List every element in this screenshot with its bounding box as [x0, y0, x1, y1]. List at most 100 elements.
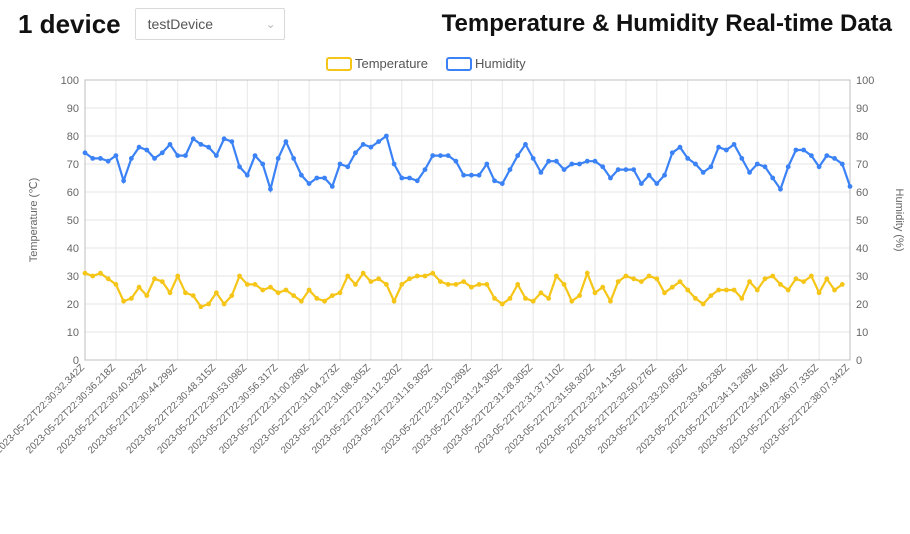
humidity-point[interactable] — [276, 156, 281, 161]
humidity-point[interactable] — [284, 139, 289, 144]
humidity-point[interactable] — [794, 148, 799, 153]
humidity-point[interactable] — [531, 156, 536, 161]
temperature-point[interactable] — [454, 282, 459, 287]
temperature-point[interactable] — [423, 274, 428, 279]
temperature-point[interactable] — [152, 276, 157, 281]
humidity-point[interactable] — [832, 156, 837, 161]
humidity-point[interactable] — [137, 145, 142, 150]
temperature-point[interactable] — [600, 285, 605, 290]
temperature-point[interactable] — [662, 290, 667, 295]
temperature-point[interactable] — [531, 299, 536, 304]
humidity-point[interactable] — [129, 156, 134, 161]
humidity-point[interactable] — [229, 139, 234, 144]
temperature-point[interactable] — [121, 299, 126, 304]
humidity-point[interactable] — [639, 181, 644, 186]
humidity-point[interactable] — [469, 173, 474, 178]
legend-temp-label[interactable]: Temperature — [355, 56, 428, 71]
humidity-point[interactable] — [415, 178, 420, 183]
humidity-point[interactable] — [322, 176, 327, 181]
humidity-point[interactable] — [90, 156, 95, 161]
temperature-point[interactable] — [245, 282, 250, 287]
temperature-point[interactable] — [446, 282, 451, 287]
humidity-point[interactable] — [732, 142, 737, 147]
humidity-point[interactable] — [778, 187, 783, 192]
humidity-point[interactable] — [569, 162, 574, 167]
humidity-point[interactable] — [454, 159, 459, 164]
temperature-point[interactable] — [98, 271, 103, 276]
humidity-point[interactable] — [631, 167, 636, 172]
humidity-point[interactable] — [345, 164, 350, 169]
humidity-point[interactable] — [106, 159, 111, 164]
humidity-point[interactable] — [670, 150, 675, 155]
temperature-point[interactable] — [801, 279, 806, 284]
temperature-point[interactable] — [554, 274, 559, 279]
humidity-point[interactable] — [801, 148, 806, 153]
humidity-point[interactable] — [392, 162, 397, 167]
temperature-point[interactable] — [492, 296, 497, 301]
humidity-point[interactable] — [678, 145, 683, 150]
temperature-point[interactable] — [716, 288, 721, 293]
temperature-point[interactable] — [739, 296, 744, 301]
humidity-point[interactable] — [399, 176, 404, 181]
humidity-point[interactable] — [484, 162, 489, 167]
legend-hum-label[interactable]: Humidity — [475, 56, 526, 71]
temperature-point[interactable] — [338, 290, 343, 295]
humidity-point[interactable] — [407, 176, 412, 181]
humidity-point[interactable] — [222, 136, 227, 141]
temperature-point[interactable] — [345, 274, 350, 279]
temperature-point[interactable] — [484, 282, 489, 287]
temperature-point[interactable] — [747, 279, 752, 284]
humidity-point[interactable] — [554, 159, 559, 164]
temperature-point[interactable] — [794, 276, 799, 281]
temperature-point[interactable] — [430, 271, 435, 276]
temperature-point[interactable] — [353, 282, 358, 287]
humidity-point[interactable] — [260, 162, 265, 167]
humidity-point[interactable] — [593, 159, 598, 164]
humidity-point[interactable] — [539, 170, 544, 175]
temperature-point[interactable] — [647, 274, 652, 279]
temperature-point[interactable] — [585, 271, 590, 276]
temperature-point[interactable] — [840, 282, 845, 287]
humidity-point[interactable] — [330, 184, 335, 189]
temperature-point[interactable] — [824, 276, 829, 281]
humidity-point[interactable] — [206, 145, 211, 150]
humidity-point[interactable] — [693, 162, 698, 167]
humidity-point[interactable] — [786, 164, 791, 169]
temperature-point[interactable] — [546, 296, 551, 301]
humidity-point[interactable] — [523, 142, 528, 147]
temperature-point[interactable] — [562, 282, 567, 287]
temperature-point[interactable] — [616, 279, 621, 284]
temperature-point[interactable] — [191, 293, 196, 298]
temperature-point[interactable] — [284, 288, 289, 293]
humidity-point[interactable] — [245, 173, 250, 178]
temperature-point[interactable] — [817, 290, 822, 295]
humidity-point[interactable] — [546, 159, 551, 164]
temperature-point[interactable] — [90, 274, 95, 279]
humidity-point[interactable] — [770, 176, 775, 181]
humidity-point[interactable] — [438, 153, 443, 158]
humidity-point[interactable] — [191, 136, 196, 141]
temperature-point[interactable] — [330, 293, 335, 298]
humidity-point[interactable] — [214, 153, 219, 158]
temperature-point[interactable] — [631, 276, 636, 281]
temperature-point[interactable] — [763, 276, 768, 281]
temperature-point[interactable] — [114, 282, 119, 287]
temperature-point[interactable] — [778, 282, 783, 287]
temperature-point[interactable] — [670, 285, 675, 290]
temperature-point[interactable] — [469, 285, 474, 290]
temperature-point[interactable] — [724, 288, 729, 293]
temperature-point[interactable] — [214, 290, 219, 295]
temperature-point[interactable] — [809, 274, 814, 279]
humidity-point[interactable] — [616, 167, 621, 172]
temperature-point[interactable] — [523, 296, 528, 301]
temperature-point[interactable] — [137, 285, 142, 290]
humidity-point[interactable] — [624, 167, 629, 172]
humidity-point[interactable] — [114, 153, 119, 158]
humidity-point[interactable] — [160, 150, 165, 155]
humidity-point[interactable] — [817, 164, 822, 169]
temperature-point[interactable] — [299, 299, 304, 304]
temperature-point[interactable] — [678, 279, 683, 284]
temperature-point[interactable] — [508, 296, 513, 301]
temperature-point[interactable] — [399, 282, 404, 287]
humidity-point[interactable] — [314, 176, 319, 181]
